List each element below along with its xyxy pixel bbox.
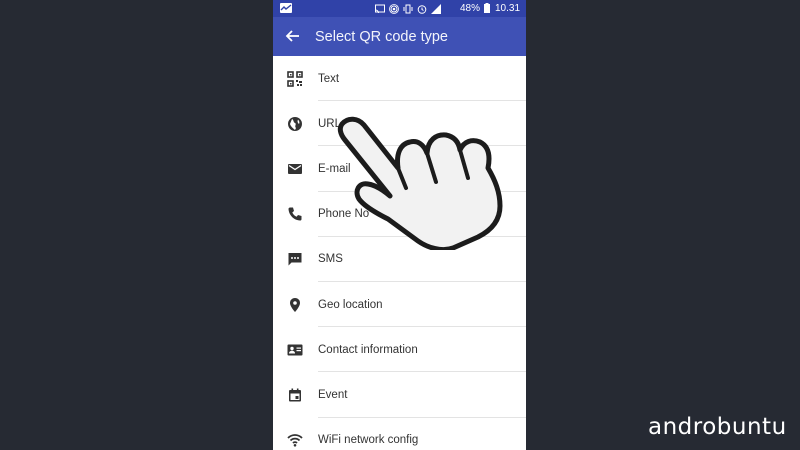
hotspot-icon	[389, 3, 399, 14]
watermark-logo: androbuntu	[648, 414, 787, 440]
cast-icon	[375, 4, 385, 14]
list-item-label: Geo location	[318, 298, 383, 311]
wifi-icon	[287, 434, 303, 447]
activity-icon	[280, 3, 292, 13]
email-icon	[288, 163, 302, 174]
page-title: Select QR code type	[315, 29, 448, 45]
phone-icon	[288, 207, 302, 221]
vibrate-icon	[403, 4, 413, 14]
sms-icon	[288, 253, 302, 266]
list-item-label: Contact information	[318, 343, 418, 356]
list-item-contact-information[interactable]: Contact information	[273, 327, 526, 373]
arrow-back-icon[interactable]	[284, 27, 302, 45]
signal-4g-icon	[431, 3, 441, 14]
battery-icon	[484, 3, 490, 13]
list-item-phone[interactable]: Phone No	[273, 192, 526, 237]
list-item-text[interactable]: Text	[273, 56, 526, 102]
list-item-label: WiFi network config	[318, 434, 419, 447]
qr-type-list: Text URL E-mail Phone No SMS Geo locatio…	[273, 56, 526, 450]
battery-percentage: 48%	[460, 3, 481, 14]
list-item-geo-location[interactable]: Geo location	[273, 282, 526, 328]
list-item-label: Text	[318, 72, 340, 85]
location-pin-icon	[290, 297, 300, 312]
calendar-icon	[289, 388, 301, 402]
list-item-event[interactable]: Event	[273, 372, 526, 418]
list-item-label: Phone No	[318, 208, 370, 221]
list-item-label: SMS	[318, 253, 343, 266]
phone-screen: 48% 10.31 Select QR code type Text URL E…	[273, 0, 526, 450]
list-item-label: URL	[318, 117, 342, 130]
list-item-label: E-mail	[318, 162, 351, 175]
status-bar: 48% 10.31	[273, 0, 526, 17]
list-item-url[interactable]: URL	[273, 101, 526, 147]
qr-code-icon	[287, 70, 303, 87]
list-item-wifi-network-config[interactable]: WiFi network config	[273, 418, 526, 450]
clock: 10.31	[495, 3, 521, 14]
contact-card-icon	[287, 344, 303, 356]
app-toolbar: Select QR code type	[273, 17, 526, 56]
list-item-email[interactable]: E-mail	[273, 146, 526, 192]
globe-icon	[288, 116, 302, 131]
alarm-icon	[417, 4, 427, 14]
list-item-sms[interactable]: SMS	[273, 237, 526, 282]
list-item-label: Event	[318, 388, 348, 401]
